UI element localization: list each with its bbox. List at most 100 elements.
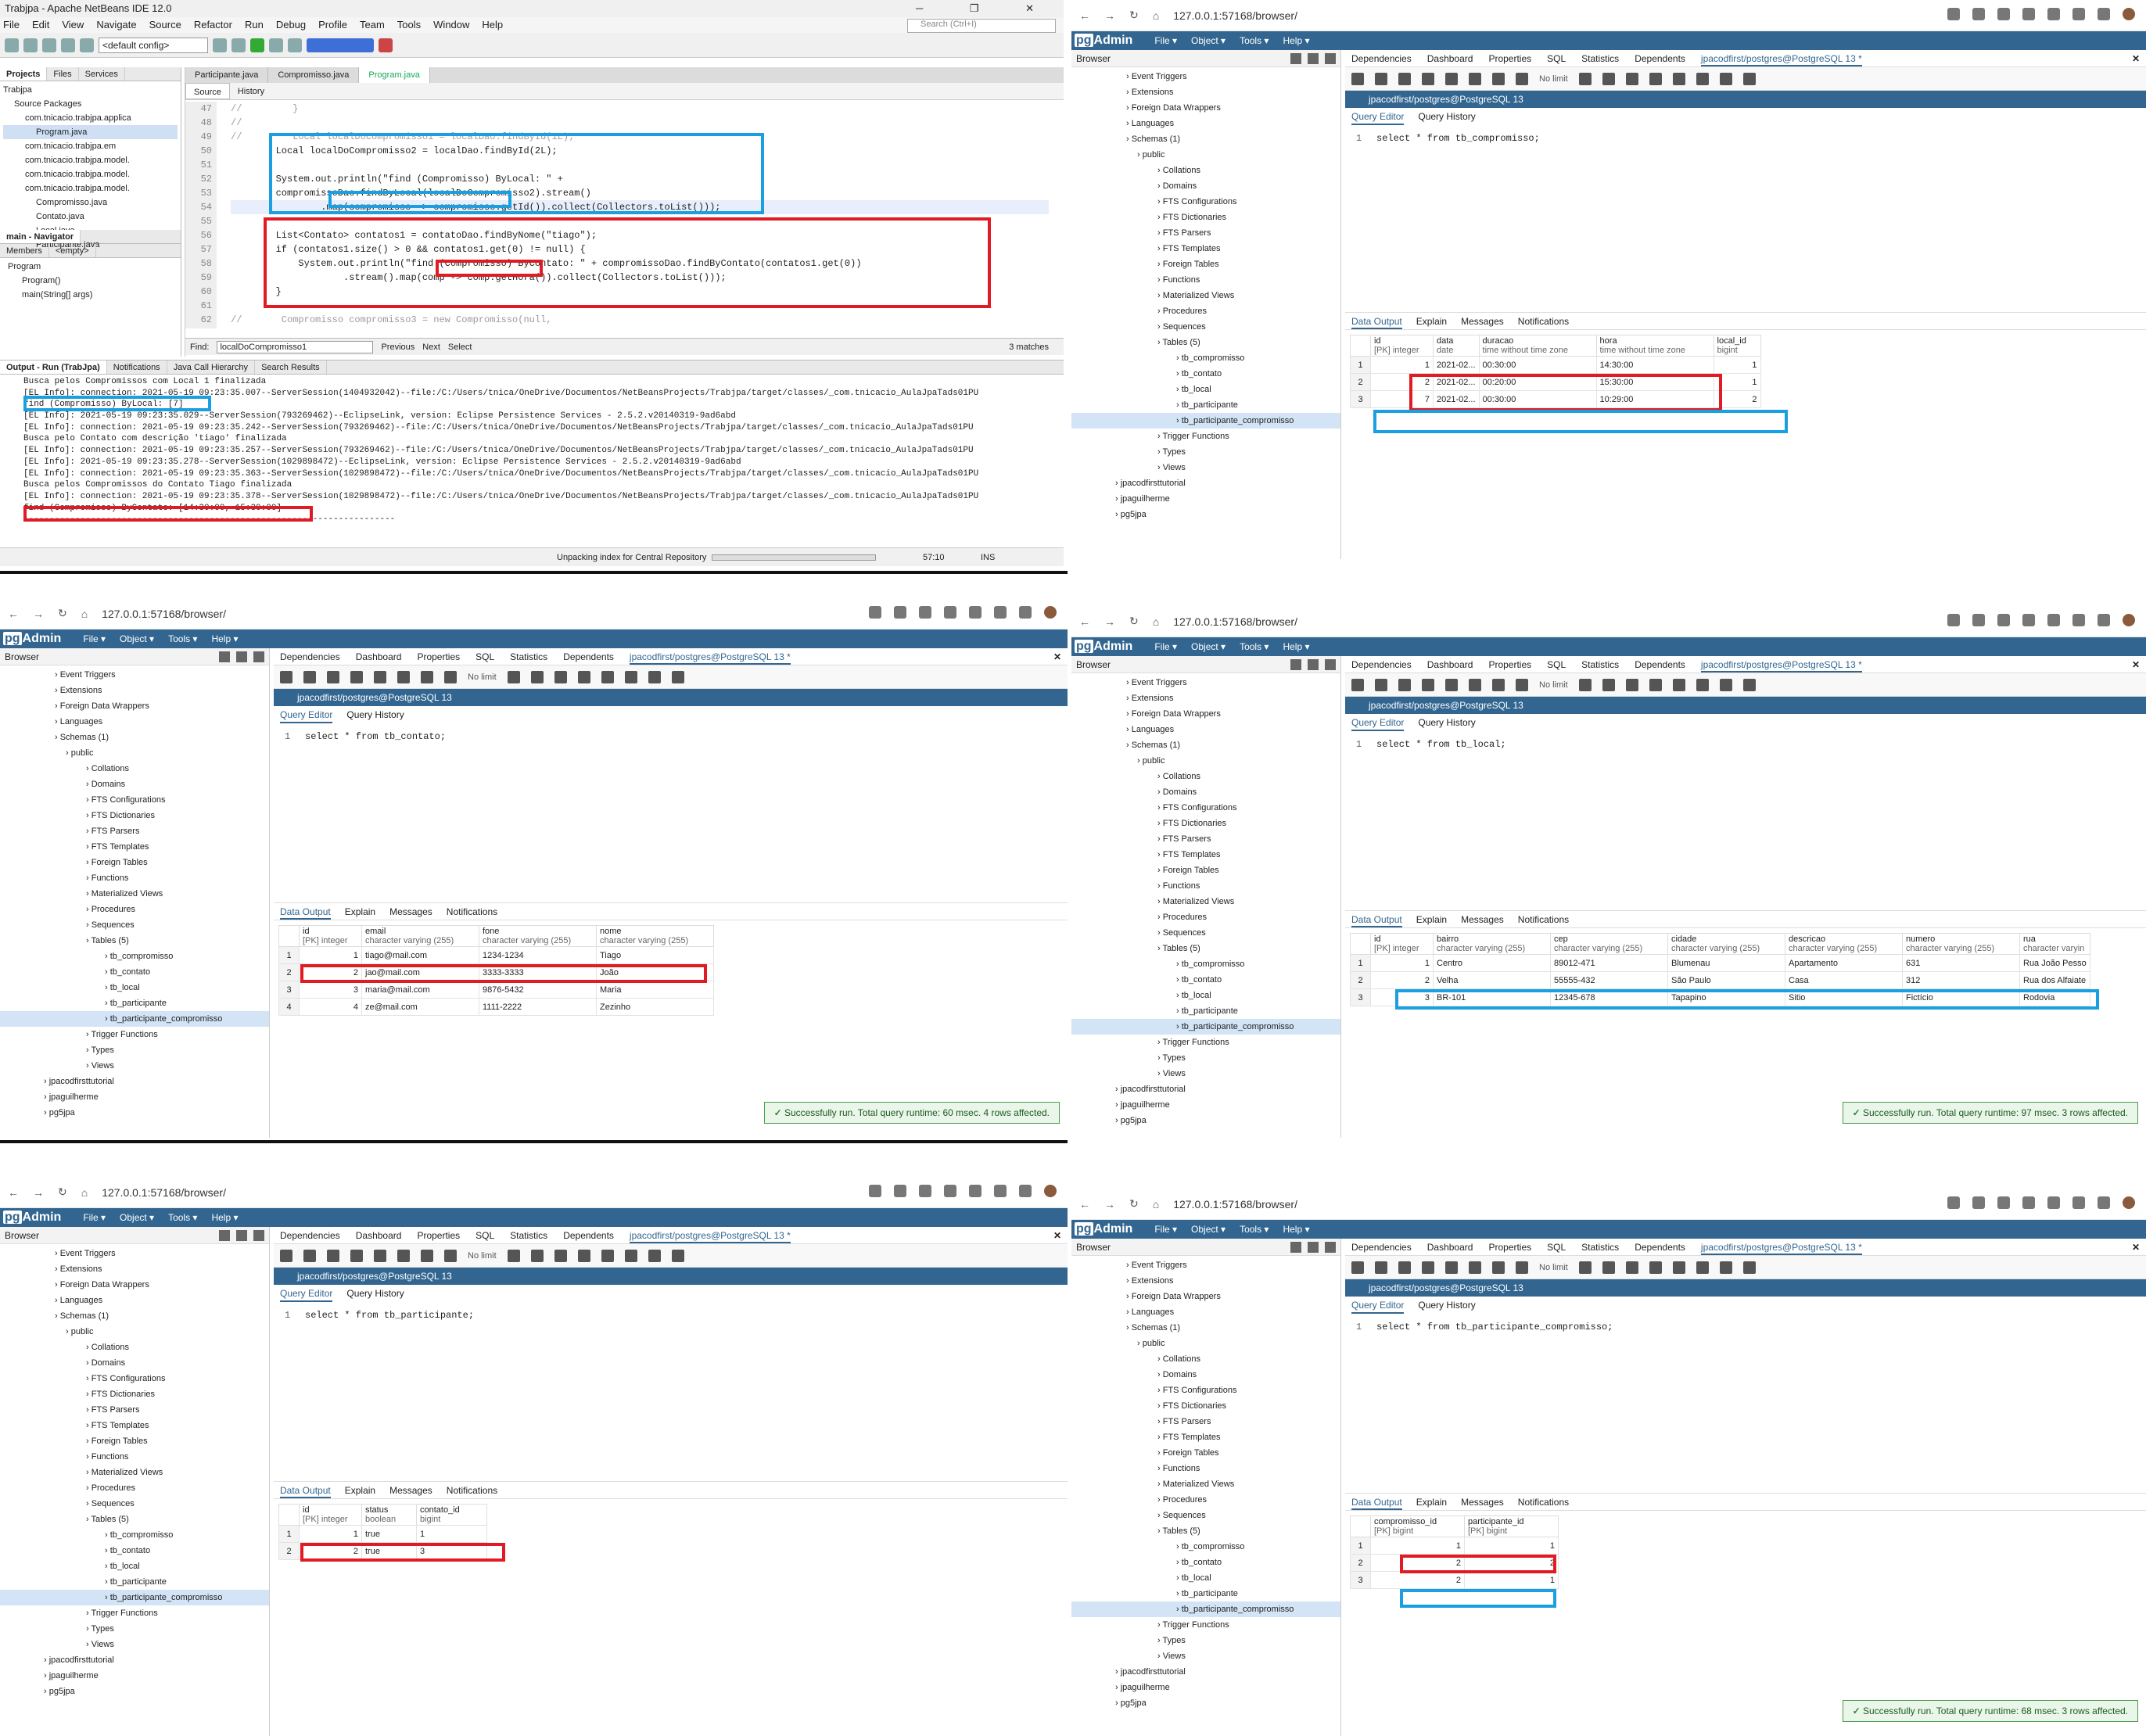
avatar[interactable] [1044, 606, 1057, 619]
extension-icon[interactable] [1947, 1196, 1960, 1209]
find-previous-button[interactable]: Previous [381, 339, 414, 355]
home-icon[interactable]: ⌂ [1153, 615, 1159, 628]
panel-tab[interactable]: Dependencies [1351, 50, 1412, 66]
output-tab[interactable]: Data Output [1351, 1494, 1402, 1510]
tree-item[interactable]: › Event Triggers [0, 667, 269, 683]
tree-item[interactable]: › Trigger Functions [0, 1605, 269, 1621]
menu-tools[interactable]: Tools ▾ [1240, 35, 1269, 46]
rollback-icon[interactable] [1672, 1261, 1685, 1274]
output-tab[interactable]: Explain [1416, 1494, 1447, 1510]
extension-icon[interactable] [2072, 1196, 2085, 1209]
tree-item[interactable]: › Schemas (1) [0, 1308, 269, 1324]
navigator-filter[interactable]: Members <empty> [0, 244, 181, 258]
menu-view[interactable]: View [62, 17, 84, 33]
tree-item[interactable]: › jpacodfirsttutorial [0, 1074, 269, 1089]
panel-tab[interactable]: Dependencies [1351, 1239, 1412, 1255]
navigator-item[interactable]: Program [3, 260, 178, 274]
panel-tab[interactable]: Dependents [563, 648, 614, 665]
tree-item[interactable]: › FTS Parsers [1071, 1414, 1340, 1429]
close-icon[interactable]: ✕ [2132, 1239, 2140, 1256]
output-tab[interactable]: Output - Run (TrabJpa) [0, 360, 107, 374]
paste-icon[interactable] [374, 670, 386, 683]
output-tab[interactable]: Data Output [1351, 911, 1402, 927]
menu-tools[interactable]: Tools ▾ [1240, 641, 1269, 652]
extension-icon[interactable] [1019, 606, 1032, 619]
find-input[interactable]: localDoCompromisso1 [217, 341, 374, 353]
tree-item[interactable]: › Domains [0, 777, 269, 792]
tree-item[interactable]: › public [1071, 753, 1340, 769]
table-cell[interactable]: 1 [1370, 356, 1434, 374]
paste-icon[interactable] [1445, 1261, 1458, 1274]
home-icon[interactable]: ⌂ [81, 608, 88, 620]
tree-item[interactable]: › jpaguilherme [0, 1089, 269, 1105]
extension-icon[interactable] [2047, 8, 2060, 20]
code-area[interactable]: 47 48 49 50 51 52 53 54 55 56 57 58 59 60 61 62 // }// /… [185, 102, 1064, 328]
project-tree-item[interactable]: com.tnicacio.trabjpa.model. [3, 153, 178, 167]
forward-icon[interactable]: → [1104, 615, 1115, 628]
table-row[interactable]: 1 1 tiago@mail.com 1234-1234 Tiago [278, 946, 714, 964]
find-icon[interactable] [1398, 678, 1411, 691]
menu-help[interactable]: Help ▾ [1283, 1224, 1309, 1235]
tree-item[interactable]: › tb_local [1071, 382, 1340, 397]
editor-tab[interactable]: Query Editor [280, 706, 333, 723]
tree-item[interactable]: › Trigger Functions [1071, 429, 1340, 444]
output-tab[interactable]: Messages [389, 903, 432, 920]
table-cell[interactable]: 9876-5432 [479, 981, 597, 999]
code-line[interactable]: // [231, 116, 1049, 130]
table-cell[interactable]: 1111-2222 [479, 998, 597, 1016]
tree-item[interactable]: › tb_participante [1071, 1003, 1340, 1019]
editor-tab[interactable]: Compromisso.java [268, 67, 360, 83]
tree-item[interactable]: › Foreign Data Wrappers [1071, 1289, 1340, 1304]
open-file-icon[interactable] [1351, 678, 1364, 691]
panel-tab[interactable]: Properties [1488, 50, 1531, 66]
column-header[interactable]: duracao time without time zone [1478, 335, 1597, 357]
project-tree-item[interactable]: com.tnicacio.trabjpa.em [3, 139, 178, 153]
rollback-icon[interactable] [1672, 72, 1685, 85]
paste-icon[interactable] [1445, 678, 1458, 691]
connection-bar[interactable]: jpacodfirst/postgres@PostgreSQL 13 [1345, 91, 2146, 108]
tree-item[interactable]: › pg5jpa [0, 1105, 269, 1121]
copy-icon[interactable] [350, 670, 363, 683]
tree-item[interactable]: › tb_contato [1071, 972, 1340, 988]
extension-icon[interactable] [2098, 1196, 2110, 1209]
table-row[interactable]: 4 4 ze@mail.com 1111-2222 Zezinho [278, 998, 714, 1016]
query-tool-icon[interactable] [219, 1230, 230, 1241]
panel-tab[interactable]: Statistics [1581, 50, 1619, 66]
tree-item[interactable]: › FTS Dictionaries [1071, 816, 1340, 831]
code-line[interactable]: // } [231, 102, 1049, 116]
panel-tab[interactable]: Dashboard [1427, 1239, 1473, 1255]
tree-item[interactable]: › Foreign Tables [0, 1433, 269, 1449]
tree-item[interactable]: › Foreign Data Wrappers [0, 1277, 269, 1293]
column-header[interactable]: descricao character varying (255) [1785, 933, 1903, 955]
table-cell[interactable]: 2 [1370, 1571, 1465, 1589]
tree-item[interactable]: › Languages [0, 714, 269, 730]
tree-item[interactable]: › Sequences [1071, 925, 1340, 941]
sql-editor[interactable]: 1 select * from tb_participante; [274, 1302, 1068, 1482]
column-header[interactable]: cep character varying (255) [1550, 933, 1668, 955]
sql-editor[interactable]: 1 select * from tb_contato; [274, 723, 1068, 903]
new-project-icon[interactable] [5, 38, 19, 52]
panel-tab[interactable]: Dependents [1635, 656, 1685, 673]
column-header[interactable]: id [PK] integer [1370, 933, 1434, 955]
tree-item[interactable]: › Materialized Views [0, 1465, 269, 1480]
tree-item[interactable]: › Collations [1071, 769, 1340, 784]
rollback-icon[interactable] [1672, 678, 1685, 691]
tree-item[interactable]: › public [0, 745, 269, 761]
delete-icon[interactable] [1469, 1261, 1481, 1274]
table-row[interactable]: 1 1 2021-02... 00:30:00 14:30:00 1 [1350, 356, 1761, 374]
tree-item[interactable]: › tb_participante_compromisso [1071, 1019, 1340, 1035]
commit-icon[interactable] [577, 670, 590, 683]
column-header[interactable]: local_id bigint [1713, 335, 1761, 357]
home-icon[interactable]: ⌂ [1153, 9, 1159, 22]
filter-icon[interactable] [1516, 72, 1528, 85]
tree-item[interactable]: › tb_participante_compromisso [1071, 1601, 1340, 1617]
close-icon[interactable]: ✕ [2132, 656, 2140, 673]
tree-item[interactable]: › Languages [0, 1293, 269, 1308]
menu-profile[interactable]: Profile [318, 17, 347, 33]
table-cell[interactable]: 2 [1370, 971, 1434, 989]
tree-item[interactable]: › FTS Parsers [0, 1402, 269, 1418]
menu-tools[interactable]: Tools ▾ [168, 633, 197, 644]
panel-tab[interactable]: SQL [1547, 50, 1566, 66]
save-icon[interactable] [1375, 72, 1387, 85]
tab-files[interactable]: Files [47, 67, 79, 81]
